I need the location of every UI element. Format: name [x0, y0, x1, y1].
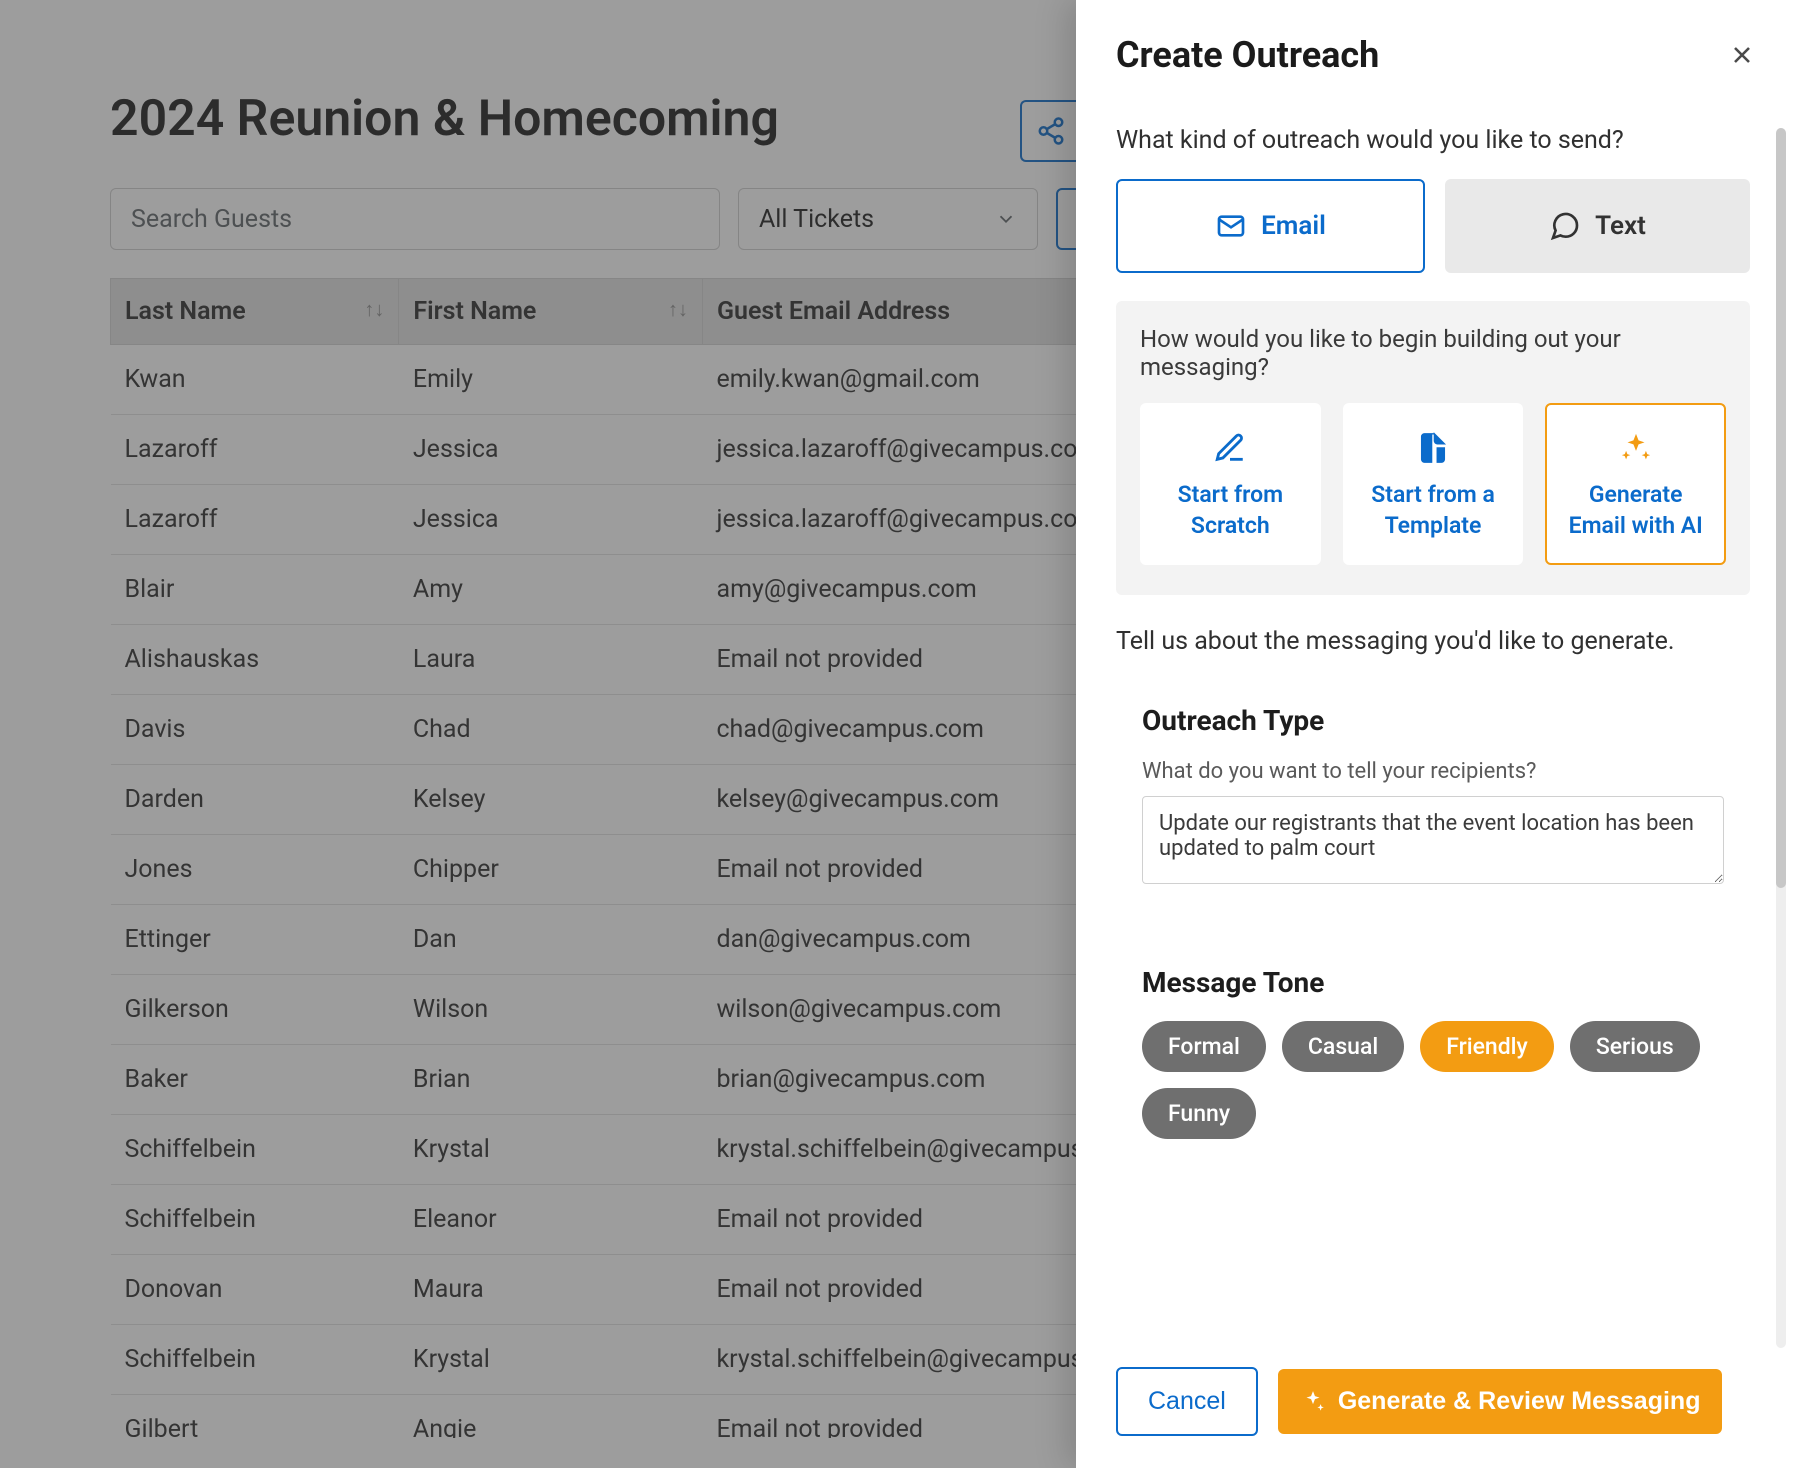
build-template-label: Start from a Template: [1357, 479, 1510, 541]
build-scratch-label: Start from Scratch: [1154, 479, 1307, 541]
question-build: How would you like to begin building out…: [1140, 325, 1726, 381]
build-block: How would you like to begin building out…: [1116, 301, 1750, 595]
build-from-template[interactable]: Start from a Template: [1343, 403, 1524, 565]
panel-footer: Cancel Generate & Review Messaging: [1116, 1347, 1756, 1436]
outreach-type-label: What do you want to tell your recipients…: [1142, 759, 1724, 784]
tone-chip-casual[interactable]: Casual: [1282, 1021, 1404, 1072]
question-outreach-kind: What kind of outreach would you like to …: [1116, 126, 1750, 155]
build-ai-label: Generate Email with AI: [1559, 479, 1712, 541]
channel-email-label: Email: [1261, 211, 1326, 241]
tone-chip-serious[interactable]: Serious: [1570, 1021, 1700, 1072]
panel-scrollbar[interactable]: [1776, 128, 1786, 1348]
generate-review-button[interactable]: Generate & Review Messaging: [1278, 1369, 1723, 1434]
message-tone-section: Message Tone Formal Casual Friendly Serious…: [1116, 940, 1750, 1169]
build-from-scratch[interactable]: Start from Scratch: [1140, 403, 1321, 565]
create-outreach-panel: Create Outreach What kind of outreach wo…: [1076, 0, 1796, 1468]
channel-text-label: Text: [1595, 211, 1646, 241]
question-generate-detail: Tell us about the messaging you'd like t…: [1116, 627, 1750, 656]
email-icon: [1215, 210, 1247, 242]
panel-title: Create Outreach: [1116, 34, 1379, 76]
text-icon: [1549, 210, 1581, 242]
edit-icon: [1213, 431, 1247, 465]
sparkle-icon: [1300, 1389, 1326, 1415]
message-tone-heading: Message Tone: [1142, 966, 1724, 999]
sparkle-icon: [1616, 431, 1656, 465]
channel-email-button[interactable]: Email: [1116, 179, 1425, 273]
outreach-type-section: Outreach Type What do you want to tell y…: [1116, 678, 1750, 918]
generate-review-label: Generate & Review Messaging: [1338, 1387, 1701, 1416]
tone-chip-formal[interactable]: Formal: [1142, 1021, 1266, 1072]
build-generate-ai[interactable]: Generate Email with AI: [1545, 403, 1726, 565]
outreach-type-input[interactable]: [1142, 796, 1724, 884]
outreach-type-heading: Outreach Type: [1142, 704, 1724, 737]
tone-chip-funny[interactable]: Funny: [1142, 1088, 1256, 1139]
cancel-button[interactable]: Cancel: [1116, 1367, 1258, 1436]
channel-text-button[interactable]: Text: [1445, 179, 1750, 273]
tone-chip-friendly[interactable]: Friendly: [1420, 1021, 1554, 1072]
close-icon[interactable]: [1728, 41, 1756, 69]
template-icon: [1416, 431, 1450, 465]
